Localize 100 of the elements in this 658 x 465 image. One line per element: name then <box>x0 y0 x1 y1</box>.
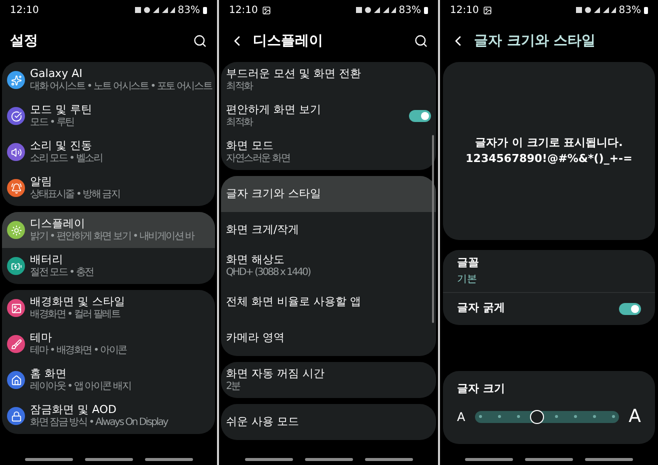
item-label: 배경화면 및 스타일 <box>30 295 126 309</box>
nav-button[interactable] <box>525 458 573 461</box>
slider-thumb[interactable] <box>530 410 544 424</box>
settings-item[interactable]: 홈 화면 레이아웃 • 앱 아이콘 배지 <box>2 362 215 398</box>
settings-item[interactable]: 화면 크게/작게 <box>221 212 436 248</box>
slider-tick <box>592 415 596 418</box>
item-label: 부드러운 모션 및 화면 전환 <box>226 67 362 81</box>
large-size-label: A <box>628 405 641 429</box>
nav-button[interactable] <box>244 458 292 461</box>
toggle-switch[interactable] <box>619 302 641 314</box>
nav-button[interactable] <box>24 458 72 461</box>
slider-tick <box>498 415 502 418</box>
settings-item[interactable]: 편안하게 화면 보기 최적화 <box>221 98 436 134</box>
item-subtitle: 테마 • 배경화면 • 아이콘 <box>30 345 128 357</box>
search-icon[interactable] <box>193 34 207 48</box>
battery-icon <box>644 6 648 14</box>
settings-item[interactable]: 소리 및 진동 소리 모드 • 벨소리 <box>2 134 215 170</box>
item-label: 모드 및 루틴 <box>30 103 93 117</box>
item-label: 글자 크기 <box>457 380 506 396</box>
settings-item[interactable]: 글자 크기와 스타일 <box>221 176 436 212</box>
slider-tick <box>479 415 482 418</box>
nav-button[interactable] <box>465 458 513 461</box>
slider-tick <box>517 415 520 418</box>
slider-track[interactable] <box>475 410 619 422</box>
battery-icon <box>203 6 207 14</box>
settings-item[interactable]: 배터리 절전 모드 • 충전 <box>2 248 215 284</box>
preview-text: 글자가 이 크기로 표시됩니다. <box>475 135 623 151</box>
item-label: 화면 모드 <box>226 139 274 153</box>
item-label: 테마 <box>30 331 53 345</box>
page-title: 디스플레이 <box>253 32 324 50</box>
settings-item[interactable]: 글자 굵게 <box>443 292 655 324</box>
item-subtitle: 레이아웃 • 앱 아이콘 배지 <box>30 381 132 393</box>
item-label: 홈 화면 <box>30 367 68 381</box>
item-subtitle: 자연스러운 화면 <box>226 153 291 165</box>
battery-icon <box>424 6 428 14</box>
settings-item[interactable]: 부드러운 모션 및 화면 전환 최적화 <box>221 62 436 98</box>
status-time: 12:10 <box>450 4 479 18</box>
settings-item[interactable]: 화면 자동 꺼짐 시간 2분 <box>221 362 436 398</box>
nav-button[interactable] <box>84 458 132 461</box>
item-label: Galaxy AI <box>30 67 84 81</box>
search-icon[interactable] <box>414 34 428 48</box>
preview-text: 1234567890!@#%&*()_+-= <box>466 151 632 167</box>
item-subtitle: 상태표시줄 • 방해 금지 <box>30 189 121 201</box>
battery-percent: 83% <box>178 4 200 18</box>
nav-button[interactable] <box>144 458 192 461</box>
status-time: 12:10 <box>229 4 258 18</box>
item-label: 잠금화면 및 AOD <box>30 403 118 417</box>
status-icons-drawing <box>576 6 616 14</box>
settings-item[interactable]: 잠금화면 및 AOD 화면 잠금 방식 • Always On Display <box>2 398 215 434</box>
item-value: 기본 <box>457 272 478 286</box>
item-label: 편안하게 화면 보기 <box>226 103 322 117</box>
item-subtitle: 밝기 • 편안하게 화면 보기 • 내비게이션 바 <box>30 231 196 243</box>
item-label: 쉬운 사용 모드 <box>226 415 300 429</box>
settings-item[interactable]: 모드 및 루틴 모드 • 루틴 <box>2 98 215 134</box>
settings-item[interactable]: Galaxy AI 대화 어시스트 • 노트 어시스트 • 포토 어시스트 <box>2 62 215 98</box>
item-label: 화면 해상도 <box>226 253 286 267</box>
page-title: 글자 크기와 스타일 <box>474 32 597 50</box>
slider-tick <box>612 415 615 418</box>
settings-item[interactable]: 테마 테마 • 배경화면 • 아이콘 <box>2 326 215 362</box>
item-label: 소리 및 진동 <box>30 139 93 153</box>
item-label: 전체 화면 비율로 사용할 앱 <box>226 295 362 309</box>
battery-percent: 83% <box>398 4 421 18</box>
settings-item[interactable]: 화면 모드 자연스러운 화면 <box>221 134 436 170</box>
item-subtitle: 배경화면 • 컬러 팔레트 <box>30 309 122 321</box>
item-label: 화면 자동 꺼짐 시간 <box>226 367 326 381</box>
item-label: 글자 굵게 <box>457 300 506 316</box>
status-icons-drawing <box>356 6 396 14</box>
nav-button[interactable] <box>364 458 412 461</box>
slider-tick <box>574 415 577 418</box>
settings-item[interactable]: 배경화면 및 스타일 배경화면 • 컬러 팔레트 <box>2 290 215 326</box>
item-label: 글꼴 <box>457 255 480 271</box>
settings-item[interactable]: 알림 상태표시줄 • 방해 금지 <box>2 170 215 206</box>
status-time: 12:10 <box>10 4 39 18</box>
item-subtitle: 절전 모드 • 충전 <box>30 267 94 279</box>
slider-tick <box>554 415 558 418</box>
item-subtitle: 화면 잠금 방식 • Always On Display <box>30 417 169 429</box>
item-label: 화면 크게/작게 <box>226 223 300 237</box>
item-label: 배터리 <box>30 253 64 267</box>
item-subtitle: 소리 모드 • 벨소리 <box>30 153 104 165</box>
item-label: 카메라 영역 <box>226 331 286 345</box>
settings-item[interactable]: 글꼴 기본 <box>443 250 655 292</box>
item-label: 알림 <box>30 175 53 189</box>
settings-item[interactable]: 전체 화면 비율로 사용할 앱 <box>221 284 436 320</box>
small-size-label: A <box>457 408 466 426</box>
item-label: 글자 크기와 스타일 <box>226 187 322 201</box>
item-subtitle: 2분 <box>226 381 242 393</box>
page-title: 설정 <box>10 32 39 50</box>
item-subtitle: 최적화 <box>226 81 254 93</box>
item-subtitle: 모드 • 루틴 <box>30 117 75 129</box>
settings-item[interactable]: 쉬운 사용 모드 <box>221 404 436 440</box>
battery-percent: 83% <box>618 4 641 18</box>
toggle-switch[interactable] <box>409 110 431 122</box>
settings-item[interactable]: 화면 해상도 QHD+ (3088 x 1440) <box>221 248 436 284</box>
settings-item[interactable]: 카메라 영역 <box>221 320 436 356</box>
settings-item[interactable]: 디스플레이 밝기 • 편안하게 화면 보기 • 내비게이션 바 <box>2 212 215 248</box>
item-subtitle: 대화 어시스트 • 노트 어시스트 • 포토 어시스트 <box>30 81 212 93</box>
item-subtitle: QHD+ (3088 x 1440) <box>226 267 312 279</box>
item-label: 디스플레이 <box>30 217 86 231</box>
nav-button[interactable] <box>304 458 352 461</box>
nav-button[interactable] <box>585 458 633 461</box>
